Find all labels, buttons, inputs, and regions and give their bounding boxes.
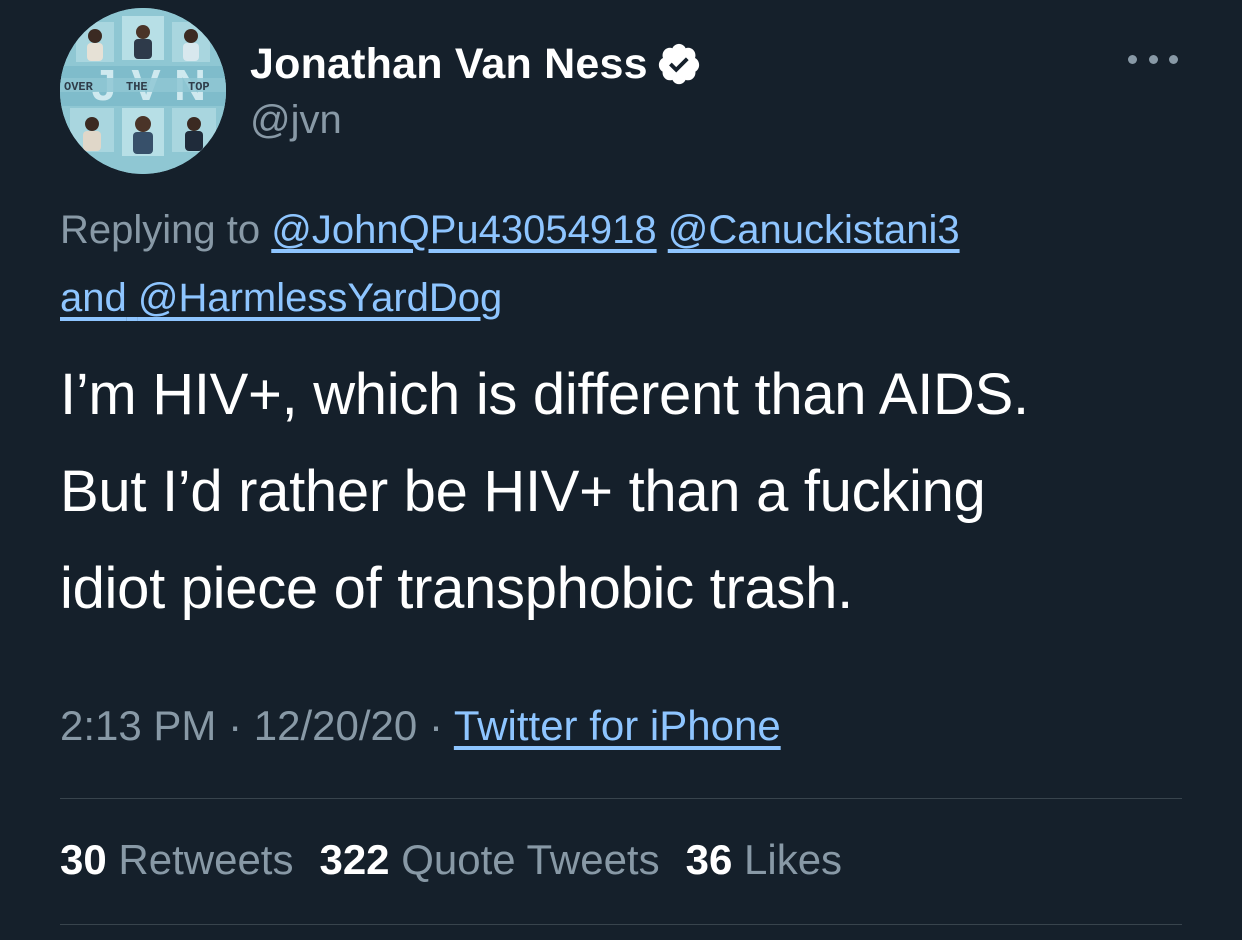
author-display-name[interactable]: Jonathan Van Ness (250, 40, 648, 89)
likes-count: 36 (685, 836, 733, 883)
avatar-banner-left: OVER (64, 80, 94, 94)
meta-separator: · (428, 702, 443, 749)
avatar-banner-right: TOP (188, 80, 210, 94)
author-name-row[interactable]: Jonathan Van Ness (250, 36, 702, 92)
more-dot-icon (1169, 54, 1178, 64)
tweet-detail: J V N OVER THE TOP Jonathan Van Ness @jv… (0, 0, 1242, 940)
avatar[interactable]: J V N OVER THE TOP (60, 8, 226, 174)
mention-link[interactable]: @Canuckistani3 (668, 208, 960, 252)
tweet-time[interactable]: 2:13 PM (60, 702, 216, 749)
replying-and: and (60, 276, 127, 320)
likes-label: Likes (744, 836, 843, 883)
avatar-banner-mid: THE (126, 80, 148, 94)
mention-link: @HarmlessYardDog (137, 276, 503, 320)
likes-stat[interactable]: 36 Likes (686, 836, 842, 884)
divider (60, 924, 1182, 925)
tweet-meta: 2:13 PM · 12/20/20 · Twitter for iPhone (60, 702, 781, 750)
replying-to: Replying to @JohnQPu43054918 @Canuckista… (60, 196, 1200, 332)
tweet-stats: 30 Retweets 322 Quote Tweets 36 Likes (60, 836, 842, 884)
tweet-text-line: idiot piece of transphobic trash. (60, 556, 853, 621)
quote-tweets-stat[interactable]: 322 Quote Tweets (319, 836, 659, 884)
tweet-date[interactable]: 12/20/20 (254, 702, 418, 749)
tweet-text-line: I’m HIV+, which is different than AIDS. (60, 362, 1029, 427)
quote-tweets-label: Quote Tweets (401, 836, 660, 883)
more-options-icon[interactable] (1128, 44, 1178, 74)
mention-group-link[interactable]: and @HarmlessYardDog (60, 276, 502, 320)
quote-tweets-count: 322 (319, 836, 390, 883)
retweets-label: Retweets (118, 836, 294, 883)
more-dot-icon (1128, 54, 1137, 64)
author-handle[interactable]: @jvn (250, 98, 342, 143)
retweets-count: 30 (60, 836, 107, 883)
more-dot-icon (1148, 54, 1158, 64)
divider (60, 798, 1182, 799)
mention-link[interactable]: @JohnQPu43054918 (271, 208, 656, 252)
retweets-stat[interactable]: 30 Retweets (60, 836, 293, 884)
replying-prefix: Replying to (60, 208, 261, 252)
verified-badge-icon (658, 43, 699, 85)
meta-separator: · (228, 702, 243, 749)
tweet-source-link[interactable]: Twitter for iPhone (454, 702, 781, 749)
tweet-text: I’m HIV+, which is different than AIDS. … (60, 346, 1210, 637)
avatar-image: J V N OVER THE TOP (60, 8, 226, 174)
tweet-text-line: But I’d rather be HIV+ than a fucking (60, 459, 986, 524)
